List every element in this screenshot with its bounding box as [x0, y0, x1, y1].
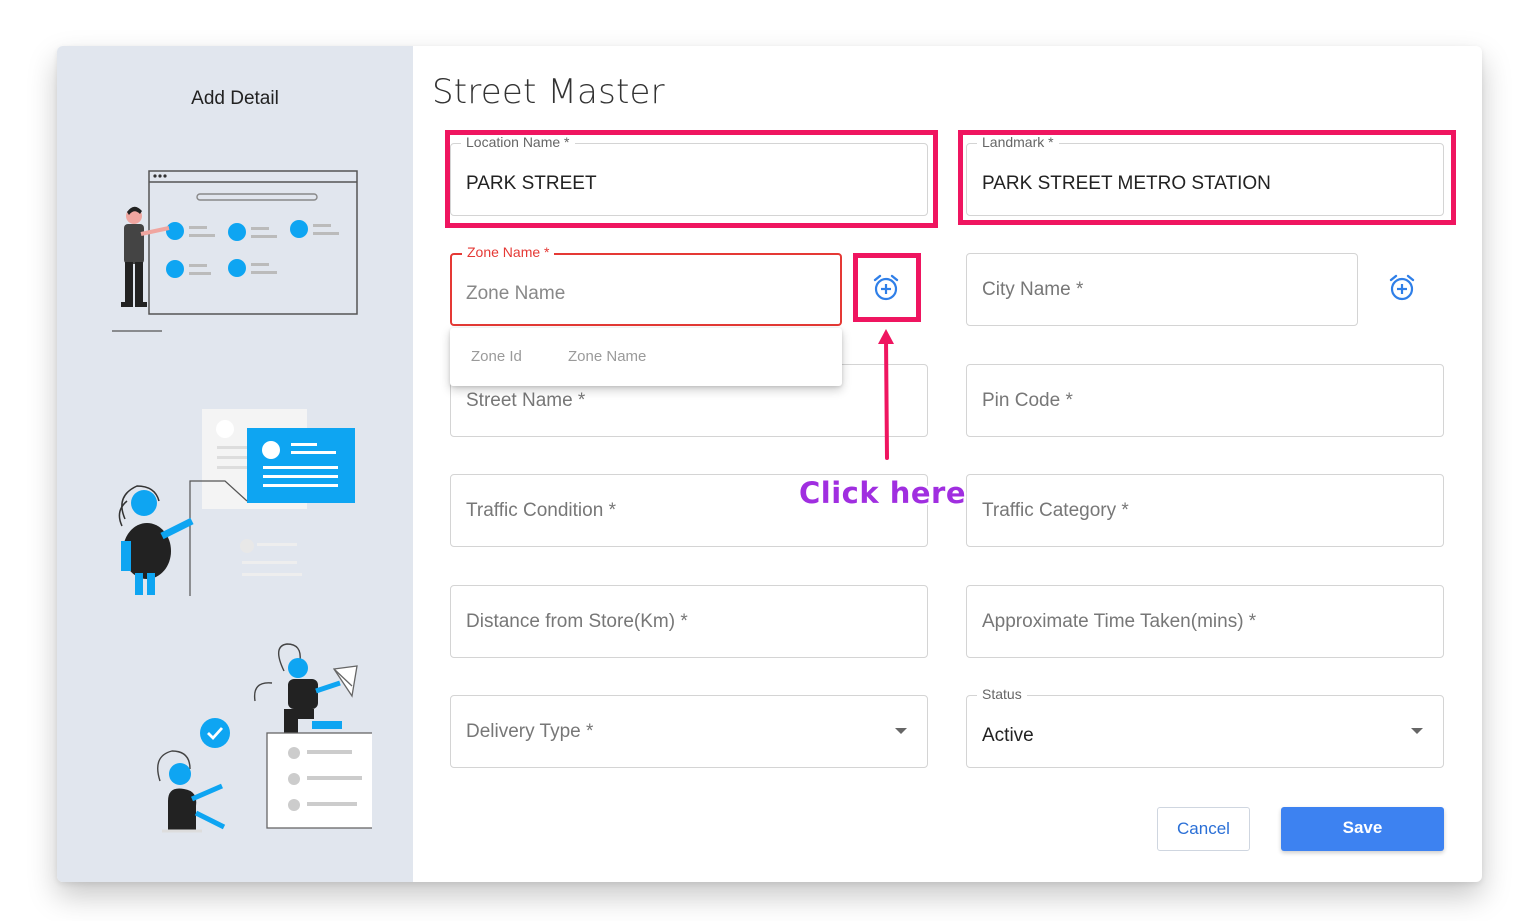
add-city-alarm-icon[interactable] [1387, 273, 1417, 303]
caret-down-icon [1411, 728, 1423, 734]
checklist-illustration [157, 643, 372, 833]
delivery-type-placeholder: Delivery Type * [466, 721, 594, 742]
cancel-button[interactable]: Cancel [1157, 807, 1250, 851]
city-name-field[interactable]: City Name * [966, 253, 1358, 326]
add-zone-highlight [853, 253, 921, 322]
sidebar-title: Add Detail [191, 88, 279, 109]
traffic-condition-placeholder: Traffic Condition * [466, 500, 616, 521]
traffic-category-field[interactable]: Traffic Category * [966, 474, 1444, 547]
pin-code-field[interactable]: Pin Code * [966, 364, 1444, 437]
status-select[interactable]: Status Active [966, 686, 1444, 768]
profile-card-illustration [118, 409, 355, 596]
page-title: Street Master [432, 72, 665, 112]
street-master-card: Add Detail Street Master Location Name *… [57, 46, 1482, 882]
zone-name-field[interactable]: Zone Name * Zone Name [450, 244, 842, 326]
distance-placeholder: Distance from Store(Km) * [466, 611, 688, 632]
location-name-highlight [445, 130, 938, 228]
approx-time-placeholder: Approximate Time Taken(mins) * [982, 611, 1257, 632]
zone-id-column: Zone Id [471, 348, 522, 365]
status-value: Active [982, 725, 1034, 746]
save-button[interactable]: Save [1281, 807, 1444, 851]
annotation-arrow [878, 329, 894, 460]
delivery-type-select[interactable]: Delivery Type * [450, 695, 928, 768]
caret-down-icon [895, 728, 907, 734]
city-name-placeholder: City Name * [982, 279, 1084, 300]
dashboard-illustration [112, 170, 358, 332]
zone-name-column: Zone Name [568, 348, 647, 365]
landmark-highlight [958, 130, 1456, 225]
status-label: Status [977, 686, 1027, 702]
sidebar: Add Detail [57, 46, 413, 882]
click-here-annotation: Click here [799, 476, 967, 510]
approx-time-field[interactable]: Approximate Time Taken(mins) * [966, 585, 1444, 658]
zone-name-placeholder: Zone Name [466, 283, 566, 304]
distance-field[interactable]: Distance from Store(Km) * [450, 585, 928, 658]
traffic-category-placeholder: Traffic Category * [982, 500, 1129, 521]
pin-code-placeholder: Pin Code * [982, 390, 1073, 411]
zone-name-label: Zone Name * [462, 244, 555, 260]
zone-dropdown-panel[interactable]: Zone Id Zone Name [450, 328, 842, 386]
street-name-placeholder: Street Name * [466, 390, 586, 411]
